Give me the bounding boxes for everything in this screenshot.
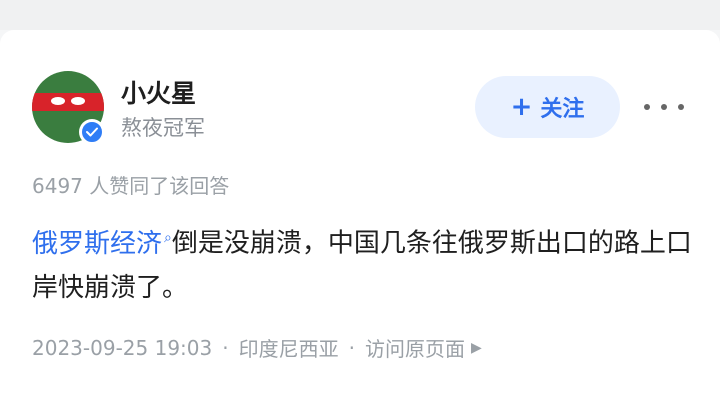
- verified-badge-icon: [79, 119, 105, 145]
- avatar-eye-right: [71, 97, 85, 105]
- likes-count: 6497 人赞同了该回答: [32, 174, 230, 198]
- avatar-eye-left: [51, 97, 65, 105]
- user-title: 熬夜冠军: [121, 116, 205, 140]
- avatar-mask: [32, 93, 104, 111]
- top-strip: [0, 0, 720, 30]
- post-datetime: 2023-09-25 19:03: [32, 335, 213, 360]
- meta-separator: ·: [222, 335, 229, 360]
- topic-link-label: 俄罗斯经济: [32, 228, 163, 259]
- meta-separator: ·: [348, 335, 355, 360]
- post-location: 印度尼西亚: [238, 337, 339, 361]
- more-dots-icon: [661, 104, 667, 110]
- more-dots-icon: [678, 104, 684, 110]
- answer-content: 俄罗斯经济 ⌕倒是没崩溃，中国几条往俄罗斯出口的路上口岸快崩溃了。: [32, 216, 692, 310]
- plus-icon: +: [510, 92, 533, 122]
- topic-link[interactable]: 俄罗斯经济 ⌕: [32, 229, 172, 259]
- more-dots-icon: [644, 104, 650, 110]
- search-icon: ⌕: [164, 230, 172, 246]
- play-arrow-icon[interactable]: ▶: [471, 340, 482, 356]
- visit-original-link[interactable]: 访问原页面: [365, 333, 465, 362]
- answer-meta: 2023-09-25 19:03 · 印度尼西亚 · 访问原页面 ▶: [32, 333, 482, 362]
- more-options-button[interactable]: [644, 94, 684, 120]
- follow-button[interactable]: + 关注: [475, 76, 620, 138]
- username[interactable]: 小火星: [121, 74, 196, 110]
- follow-label: 关注: [540, 97, 585, 122]
